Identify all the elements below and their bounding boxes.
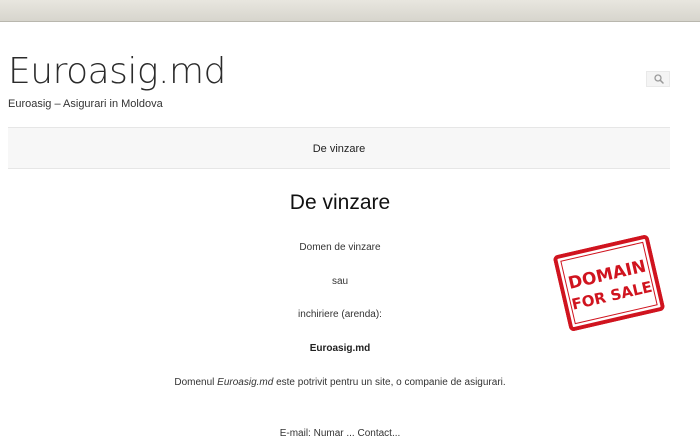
description-text-end: este potrivit pentru un site, o companie… (273, 377, 506, 388)
paragraph-domain-name: Euroasig.md (309, 343, 371, 354)
nav-item-de-vinzare[interactable]: De vinzare (8, 142, 670, 156)
search-button[interactable] (646, 71, 670, 87)
paragraph-contact-partial: E-mail: Numar ... Contact... (279, 428, 401, 439)
site-title[interactable]: Euroasig.md (8, 52, 226, 92)
browser-chrome-strip (0, 0, 700, 22)
search-icon (654, 74, 664, 84)
site-tagline: Euroasig – Asigurari in Moldova (8, 98, 163, 110)
main-navigation: De vinzare (8, 127, 670, 169)
description-domain-emphasis: Euroasig.md (217, 377, 274, 388)
paragraph-description: Domenul Euroasig.md este potrivit pentru… (0, 376, 680, 389)
page-title: De vinzare (289, 191, 391, 214)
description-text-start: Domenul (174, 377, 218, 388)
